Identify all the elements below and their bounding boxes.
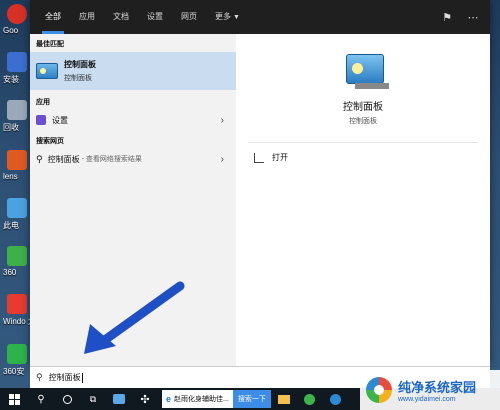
best-match-item[interactable]: 控制面板 控制面板 [30, 52, 236, 90]
text-cursor [81, 372, 83, 383]
folder-icon [277, 394, 290, 404]
control-panel-icon [36, 63, 58, 79]
cortana-button[interactable] [54, 388, 80, 410]
section-apps: 应用 [36, 99, 50, 106]
watermark-url: www.yidaimei.com [398, 396, 456, 403]
arrow-annotation [84, 281, 185, 354]
tab-label: 文档 [113, 12, 129, 21]
web-search-item[interactable]: ⚲ 控制面板 - 查看网络搜索结果 › [30, 149, 236, 169]
task-view-button[interactable]: ⧉ [80, 388, 106, 410]
tab-label: 网页 [181, 12, 197, 21]
app-item-settings[interactable]: 设置 › [30, 110, 236, 130]
watermark: 纯净系统家园 www.yidaimei.com [360, 370, 500, 410]
desktop-icon-label: 回收 [3, 123, 19, 132]
cortana-icon [62, 394, 72, 404]
taskbar-app-green[interactable] [297, 388, 323, 410]
tab-label: 更多 [215, 12, 231, 21]
chevron-right-icon[interactable]: › [221, 154, 224, 165]
desktop-icon-recycle[interactable]: 回收 [3, 100, 30, 133]
app-icon [113, 394, 125, 404]
desktop-icon-label: 360 [3, 268, 17, 277]
taskbar-file-explorer[interactable] [271, 388, 297, 410]
desktop-icon-windows-master[interactable]: Windo 大师 [3, 294, 31, 327]
taskbar-app-generic[interactable] [106, 388, 132, 410]
computer-icon [7, 198, 27, 218]
chevron-right-icon[interactable]: › [221, 115, 224, 126]
tab-label: 应用 [79, 12, 95, 21]
desktop-icon-360[interactable]: 360 [3, 246, 30, 277]
lens-icon [7, 150, 27, 170]
watermark-title: 纯净系统家园 [398, 380, 477, 395]
control-panel-icon [346, 54, 389, 89]
tab-label: 设置 [147, 12, 163, 21]
more-options-icon[interactable]: ⋯ [464, 8, 482, 26]
chevron-down-icon: ▼ [233, 14, 240, 21]
web-query: 控制面板 [47, 154, 80, 164]
chrome-icon [7, 4, 27, 24]
open-icon [254, 152, 264, 163]
windows-icon [8, 393, 20, 405]
desktop-icon-label: 360安 [3, 367, 25, 376]
preview-title: 控制面板 [343, 102, 383, 113]
section-best-match: 最佳匹配 [36, 41, 64, 48]
desktop-icon-label: 此电 [3, 221, 19, 230]
recycle-bin-icon [7, 100, 27, 120]
taskbar-search-button[interactable]: 搜索一下 [232, 390, 271, 408]
desktop-icon-google[interactable]: Goo [3, 4, 30, 35]
feedback-icon[interactable]: ⚑ [438, 8, 456, 26]
taskbar-app-label: 赵雨化身辅助佳... [174, 396, 229, 403]
app-icon [304, 393, 316, 405]
taskbar-app-fan[interactable]: ✣ [132, 388, 158, 410]
watermark-logo-icon [366, 377, 392, 403]
divider [248, 142, 478, 143]
desktop-icon-label: lens [3, 172, 18, 181]
shield-icon [7, 344, 27, 364]
taskbar-browser-window[interactable]: e 赵雨化身辅助佳... [162, 390, 233, 408]
taskbar-app-globe[interactable] [323, 388, 349, 410]
tab-more[interactable]: 更多 ▼ [206, 0, 249, 34]
desktop-icon-lens[interactable]: lens [3, 150, 30, 181]
search-tabs: 全部 应用 文档 设置 网页 更多 ▼ ⚑ ⋯ [30, 0, 490, 34]
windows-master-icon [7, 294, 27, 314]
desktop-icon-label: Goo [3, 26, 19, 35]
section-web: 搜索网页 [36, 138, 64, 145]
open-action[interactable]: 打开 [254, 152, 288, 163]
globe-icon [330, 393, 342, 405]
tab-all[interactable]: 全部 [36, 0, 70, 34]
desktop-icon-label: 安装 [3, 75, 19, 84]
tab-documents[interactable]: 文档 [104, 0, 138, 34]
task-view-icon: ⧉ [89, 393, 97, 404]
app-item-label: 设置 [52, 115, 68, 125]
search-icon: ⚲ [36, 153, 43, 164]
tab-settings[interactable]: 设置 [138, 0, 172, 34]
best-match-subtitle: 控制面板 [64, 75, 92, 82]
desktop-icon-this-pc[interactable]: 此电 [3, 198, 30, 231]
desktop-icon-label: Windo 大师 [3, 317, 31, 326]
preview-subtitle: 控制面板 [349, 118, 377, 125]
search-button[interactable]: ⚲ [28, 388, 54, 410]
start-button[interactable] [0, 388, 28, 410]
tab-web[interactable]: 网页 [172, 0, 206, 34]
open-label: 打开 [272, 153, 288, 162]
360-icon [7, 246, 27, 266]
best-match-title: 控制面板 [64, 60, 96, 69]
web-hint: - 查看网络搜索结果 [81, 156, 142, 163]
search-input-value: 控制面板 [48, 373, 81, 382]
browser-icon: e [166, 394, 172, 404]
desktop-icon-install[interactable]: 安装 [3, 52, 30, 85]
fan-icon: ✣ [140, 393, 150, 406]
tab-apps[interactable]: 应用 [70, 0, 104, 34]
tab-label: 全部 [45, 12, 61, 21]
gear-icon [36, 115, 46, 125]
preview-pane: 控制面板 控制面板 打开 [236, 34, 490, 366]
search-icon: ⚲ [37, 393, 45, 405]
installer-icon [7, 52, 27, 72]
search-icon: ⚲ [36, 372, 43, 382]
desktop-icon-360-safe[interactable]: 360安 [3, 344, 30, 377]
